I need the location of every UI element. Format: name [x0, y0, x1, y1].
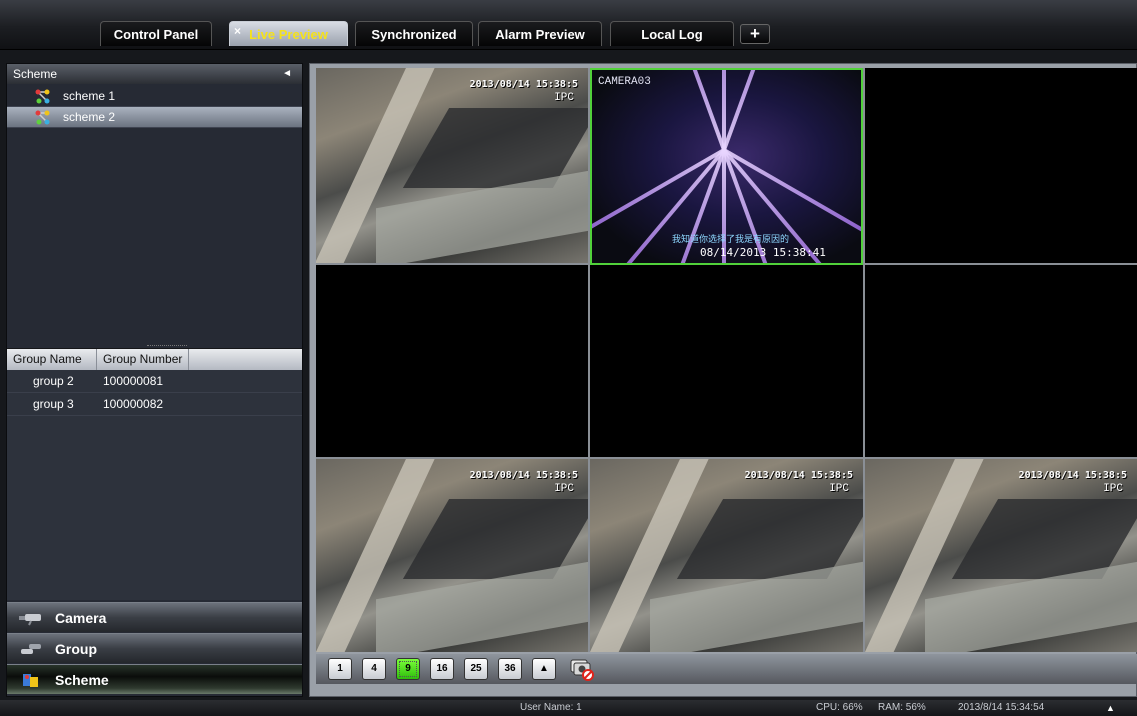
video-cell-8[interactable]: 2013/08/14 15:38:5 IPC: [590, 459, 863, 652]
video-cell-9[interactable]: 2013/08/14 15:38:5 IPC: [865, 459, 1137, 652]
scheme-tree-icon: [35, 110, 50, 125]
video-cell-1[interactable]: 2013/08/14 15:38:5 IPC: [316, 68, 588, 263]
tab-alarm-preview[interactable]: Alarm Preview: [478, 21, 602, 46]
layout-16-button[interactable]: 16: [430, 658, 454, 680]
video-timestamp: 2013/08/14 15:38:5: [469, 470, 578, 481]
scheme-panel-title: Scheme: [13, 67, 58, 81]
status-bar: User Name: 1 CPU: 66% RAM: 56% 2013/8/14…: [0, 700, 1137, 716]
video-timestamp: 08/14/2013 15:38:41: [700, 246, 826, 259]
status-user: User Name: 1: [520, 702, 582, 713]
collapse-arrow-icon[interactable]: ◄: [282, 64, 292, 84]
camera-name-overlay: CAMERA03: [598, 76, 651, 88]
group-name-cell: group 2: [33, 374, 74, 388]
accordion-label: Group: [55, 641, 97, 657]
scheme-list: scheme 1 scheme 2: [7, 86, 302, 128]
video-source-label: IPC: [554, 483, 574, 495]
scheme-item[interactable]: scheme 2: [7, 107, 302, 128]
table-row[interactable]: group 3 100000082: [7, 393, 302, 416]
status-cpu: CPU: 66%: [816, 702, 863, 713]
tab-live-preview[interactable]: × Live Preview: [229, 21, 348, 46]
accordion-scheme[interactable]: Scheme: [7, 664, 302, 694]
splitter-handle[interactable]: [147, 345, 187, 347]
status-datetime: 2013/8/14 15:34:54: [958, 702, 1045, 713]
tab-local-log[interactable]: Local Log: [610, 21, 734, 46]
layout-36-button[interactable]: 36: [498, 658, 522, 680]
video-cell-3[interactable]: [865, 68, 1137, 263]
status-ram: RAM: 56%: [878, 702, 926, 713]
scheme-tree-icon: [35, 89, 50, 104]
accordion-camera[interactable]: Camera: [7, 602, 302, 632]
video-source-label: IPC: [554, 92, 574, 104]
tab-label: Local Log: [641, 27, 703, 42]
group-icon: [21, 644, 41, 654]
tab-synchronized[interactable]: Synchronized: [355, 21, 473, 46]
group-name-cell: group 3: [33, 397, 74, 411]
column-header-group-name[interactable]: Group Name: [7, 349, 97, 370]
video-cell-6[interactable]: [865, 265, 1137, 457]
video-cell-4[interactable]: [316, 265, 588, 457]
layout-25-button[interactable]: 25: [464, 658, 488, 680]
group-table: Group Name Group Number group 2 10000008…: [7, 348, 302, 600]
video-timestamp: 2013/08/14 15:38:5: [1018, 470, 1127, 481]
video-cell-2[interactable]: CAMERA03 我知道你选择了我是有原因的 08/14/2013 15:38:…: [590, 68, 863, 265]
layout-toolbar: 1 4 9 16 25 36 ▲: [316, 654, 1137, 684]
tab-label: Synchronized: [371, 27, 457, 42]
accordion-label: Camera: [55, 610, 107, 626]
scheme-item[interactable]: scheme 1: [7, 86, 302, 107]
accordion-group[interactable]: Group: [7, 633, 302, 663]
group-number-cell: 100000082: [103, 397, 164, 411]
app-window: Control Panel × Live Preview Synchronize…: [0, 0, 1137, 716]
tab-label: Alarm Preview: [495, 27, 585, 42]
video-source-label: IPC: [829, 483, 849, 495]
tab-bar: Control Panel × Live Preview Synchronize…: [0, 0, 1137, 50]
camera-icon: [19, 614, 41, 626]
expand-up-icon[interactable]: ▲: [1106, 700, 1115, 716]
layout-more-button[interactable]: ▲: [532, 658, 556, 680]
scheme-icon: [23, 674, 38, 687]
video-timestamp: 2013/08/14 15:38:5: [744, 470, 853, 481]
stop-all-preview-icon[interactable]: [568, 657, 596, 681]
scheme-item-label: scheme 2: [63, 110, 116, 124]
column-header-group-number[interactable]: Group Number: [97, 349, 189, 370]
tab-control-panel[interactable]: Control Panel: [100, 21, 212, 46]
accordion-label: Scheme: [55, 672, 109, 688]
video-cell-5[interactable]: [590, 265, 863, 457]
video-grid: 2013/08/14 15:38:5 IPC CAMERA03 我知道你选择了我…: [316, 68, 1137, 652]
video-source-label: IPC: [1103, 483, 1123, 495]
video-cell-7[interactable]: 2013/08/14 15:38:5 IPC: [316, 459, 588, 652]
group-number-cell: 100000081: [103, 374, 164, 388]
video-timestamp: 2013/08/14 15:38:5: [469, 79, 578, 90]
group-table-header: Group Name Group Number: [7, 349, 302, 370]
table-row[interactable]: group 2 100000081: [7, 370, 302, 393]
scheme-panel-header: Scheme ◄: [7, 64, 302, 84]
layout-1-button[interactable]: 1: [328, 658, 352, 680]
left-panel: Scheme ◄ scheme 1 scheme 2 Group Name Gr…: [6, 63, 303, 697]
video-subtitle: 我知道你选择了我是有原因的: [672, 234, 790, 244]
layout-4-button[interactable]: 4: [362, 658, 386, 680]
tab-label: Control Panel: [113, 27, 199, 42]
add-tab-button[interactable]: +: [740, 24, 770, 44]
layout-9-button[interactable]: 9: [396, 658, 420, 680]
scheme-item-label: scheme 1: [63, 89, 116, 103]
tab-label: Live Preview: [249, 27, 328, 42]
close-tab-icon[interactable]: ×: [234, 19, 241, 44]
